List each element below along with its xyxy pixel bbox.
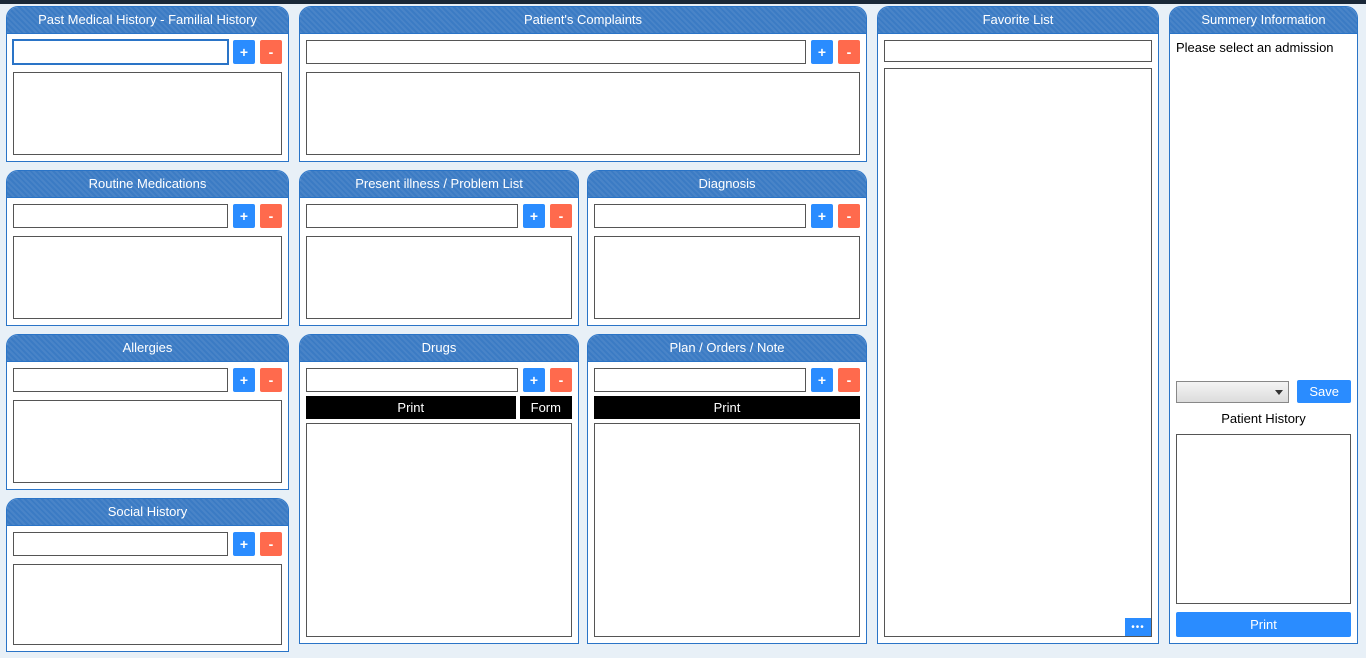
panel-summary-information: Summery Information Please select an adm… xyxy=(1169,6,1358,644)
plan-list[interactable] xyxy=(594,423,860,637)
panel-present-illness: Present illness / Problem List + - xyxy=(299,170,579,326)
panel-plan-orders: Plan / Orders / Note + - Print xyxy=(587,334,867,644)
social-list[interactable] xyxy=(13,564,282,645)
add-button[interactable]: + xyxy=(233,368,255,392)
add-button[interactable]: + xyxy=(233,532,255,556)
save-button[interactable]: Save xyxy=(1297,380,1351,403)
panel-allergies: Allergies + - xyxy=(6,334,289,490)
routine-input[interactable] xyxy=(13,204,228,228)
delete-button[interactable]: - xyxy=(260,368,282,392)
panel-header: Social History xyxy=(7,499,288,526)
add-button[interactable]: + xyxy=(523,368,545,392)
panel-header: Plan / Orders / Note xyxy=(588,335,866,362)
drugs-list[interactable] xyxy=(306,423,572,637)
present-illness-input[interactable] xyxy=(306,204,518,228)
add-button[interactable]: + xyxy=(233,204,255,228)
panel-header: Allergies xyxy=(7,335,288,362)
panel-diagnosis: Diagnosis + - xyxy=(587,170,867,326)
patient-history-box[interactable] xyxy=(1176,434,1351,604)
admission-select[interactable] xyxy=(1176,381,1289,403)
delete-button[interactable]: - xyxy=(838,40,860,64)
delete-button[interactable]: - xyxy=(550,204,572,228)
add-button[interactable]: + xyxy=(233,40,255,64)
drugs-print-button[interactable]: Print xyxy=(306,396,516,419)
add-button[interactable]: + xyxy=(811,40,833,64)
delete-button[interactable]: - xyxy=(550,368,572,392)
summary-print-button[interactable]: Print xyxy=(1176,612,1351,637)
panel-header: Patient's Complaints xyxy=(300,7,866,34)
allergies-input[interactable] xyxy=(13,368,228,392)
present-illness-list[interactable] xyxy=(306,236,572,319)
summary-message: Please select an admission xyxy=(1176,40,1351,372)
add-button[interactable]: + xyxy=(523,204,545,228)
pmh-input[interactable] xyxy=(13,40,228,64)
panel-social-history: Social History + - xyxy=(6,498,289,652)
diagnosis-input[interactable] xyxy=(594,204,806,228)
column-favorite: Favorite List ••• xyxy=(877,6,1159,652)
column-summary: Summery Information Please select an adm… xyxy=(1169,6,1358,652)
routine-list[interactable] xyxy=(13,236,282,319)
delete-button[interactable]: - xyxy=(260,532,282,556)
allergies-list[interactable] xyxy=(13,400,282,483)
delete-button[interactable]: - xyxy=(838,204,860,228)
panel-drugs: Drugs + - Print Form xyxy=(299,334,579,644)
drugs-form-button[interactable]: Form xyxy=(520,396,572,419)
diagnosis-list[interactable] xyxy=(594,236,860,319)
plan-input[interactable] xyxy=(594,368,806,392)
favorite-input[interactable] xyxy=(884,40,1152,62)
main-layout: Past Medical History - Familial History … xyxy=(0,4,1366,658)
delete-button[interactable]: - xyxy=(838,368,860,392)
delete-button[interactable]: - xyxy=(260,204,282,228)
panel-header: Drugs xyxy=(300,335,578,362)
drugs-input[interactable] xyxy=(306,368,518,392)
panel-complaints: Patient's Complaints + - xyxy=(299,6,867,162)
panel-favorite-list: Favorite List ••• xyxy=(877,6,1159,644)
pmh-list[interactable] xyxy=(13,72,282,155)
plan-print-button[interactable]: Print xyxy=(594,396,860,419)
panel-past-medical-history: Past Medical History - Familial History … xyxy=(6,6,289,162)
social-input[interactable] xyxy=(13,532,228,556)
add-button[interactable]: + xyxy=(811,368,833,392)
complaints-input[interactable] xyxy=(306,40,806,64)
panel-header: Diagnosis xyxy=(588,171,866,198)
panel-header: Past Medical History - Familial History xyxy=(7,7,288,34)
favorite-list[interactable]: ••• xyxy=(884,68,1152,637)
panel-header: Favorite List xyxy=(878,7,1158,34)
panel-header: Present illness / Problem List xyxy=(300,171,578,198)
panel-routine-medications: Routine Medications + - xyxy=(6,170,289,326)
patient-history-label: Patient History xyxy=(1176,411,1351,426)
panel-header: Summery Information xyxy=(1170,7,1357,34)
favorite-more-button[interactable]: ••• xyxy=(1125,618,1151,636)
column-middle: Patient's Complaints + - Present illness… xyxy=(299,6,867,652)
panel-header: Routine Medications xyxy=(7,171,288,198)
column-left: Past Medical History - Familial History … xyxy=(6,6,289,652)
delete-button[interactable]: - xyxy=(260,40,282,64)
complaints-list[interactable] xyxy=(306,72,860,155)
add-button[interactable]: + xyxy=(811,204,833,228)
